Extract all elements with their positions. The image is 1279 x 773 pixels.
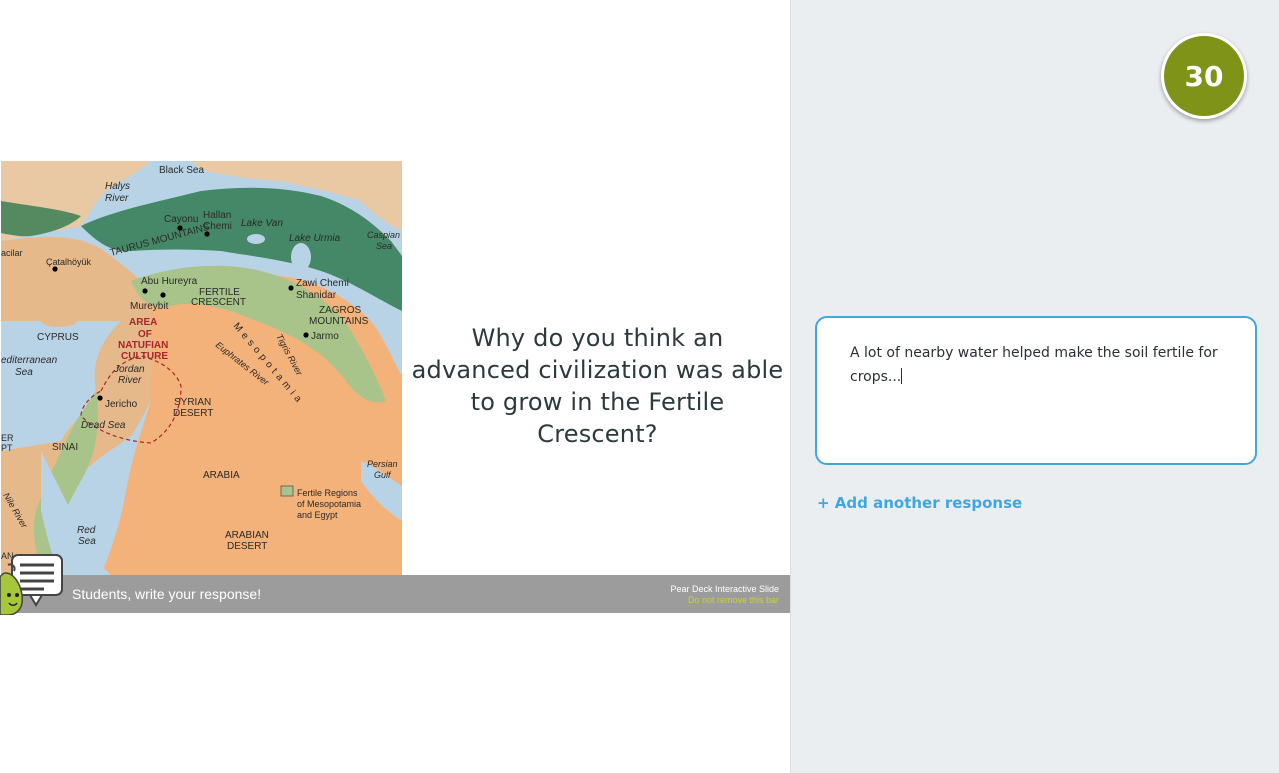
- map-label-jericho: Jericho: [105, 399, 138, 410]
- map-label-dead-sea: Dead Sea: [81, 420, 126, 431]
- timer-badge: 30: [1161, 33, 1247, 119]
- map-legend-line3: and Egypt: [297, 510, 338, 520]
- map-label-caspian-sea: Sea: [376, 241, 392, 251]
- brand-line-2: Do not remove this bar: [687, 595, 779, 605]
- pear-text-icon: [0, 551, 66, 616]
- map-label-culture: CULTURE: [121, 351, 168, 362]
- map-label-abu-hureyra: Abu Hureyra: [141, 276, 198, 287]
- map-label-red: Red: [77, 525, 96, 536]
- map-label-lake-van: Lake Van: [241, 218, 283, 229]
- bar-prompt: Students, write your response!: [72, 586, 262, 602]
- map-label-mediterranean-sea: Sea: [15, 367, 33, 378]
- pear-deck-brand: Pear Deck Interactive Slide Do not remov…: [670, 584, 779, 606]
- fertile-crescent-map: Black Sea Halys River Cayonu Hallan Chem…: [1, 161, 402, 575]
- map-label-syrian-desert: DESERT: [173, 408, 213, 419]
- map-label-cyprus: CYPRUS: [37, 332, 79, 343]
- map-label-egypt-er: ER: [1, 433, 14, 443]
- map-label-hallan: Hallan: [203, 210, 231, 221]
- map-label-jarmo: Jarmo: [311, 331, 339, 342]
- map-label-gulf: Gulf: [374, 470, 392, 480]
- map-label-of: OF: [138, 329, 152, 340]
- map-label-zawi-chemi: Zawi Chemi: [296, 278, 349, 289]
- map-label-catalhoyuk: Çatalhöyük: [46, 257, 92, 267]
- pear-deck-bar: Students, write your response! Pear Deck…: [1, 575, 790, 613]
- response-input[interactable]: A lot of nearby water helped make the so…: [850, 341, 1235, 389]
- map-label-shanidar: Shanidar: [296, 290, 337, 301]
- map-label-sinai: SINAI: [52, 442, 78, 453]
- map-label-egypt-pt: PT: [1, 443, 13, 453]
- map-label-acilar: acilar: [1, 248, 23, 258]
- map-label-natufian: NATUFIAN: [118, 340, 168, 351]
- map-label-arabian: ARABIAN: [225, 530, 269, 541]
- map-legend-line1: Fertile Regions: [297, 488, 358, 498]
- map-label-jordan: Jordan: [113, 364, 145, 375]
- map-label-cayonu: Cayonu: [164, 214, 198, 225]
- map-label-arabian-desert: DESERT: [227, 541, 267, 552]
- map-label-black-sea: Black Sea: [159, 165, 204, 176]
- map-label-zagros-mountains: MOUNTAINS: [309, 316, 369, 327]
- map-legend-line2: of Mesopotamia: [297, 499, 361, 509]
- map-label-zagros: ZAGROS: [319, 305, 362, 316]
- response-textbox[interactable]: A lot of nearby water helped make the so…: [815, 316, 1257, 465]
- map-label-lake-urmia: Lake Urmia: [289, 233, 341, 244]
- brand-line-1: Pear Deck Interactive Slide: [670, 584, 779, 594]
- add-another-response-button[interactable]: + Add another response: [817, 494, 1022, 512]
- map-label-mureybit: Mureybit: [130, 301, 169, 312]
- map-label-halys: Halys: [105, 181, 130, 192]
- text-caret: [901, 368, 903, 384]
- map-label-arabia: ARABIA: [203, 470, 240, 481]
- response-text: A lot of nearby water helped make the so…: [850, 345, 1218, 385]
- map-label-halys-river: River: [105, 193, 129, 204]
- map-label-area: AREA: [129, 317, 157, 328]
- map-label-persian: Persian: [367, 459, 398, 469]
- map-label-mediterranean: editerranean: [1, 355, 58, 366]
- slide-area: Black Sea Halys River Cayonu Hallan Chem…: [0, 0, 790, 773]
- map-label-syrian: SYRIAN: [174, 397, 211, 408]
- map-label-red-sea: Sea: [78, 536, 96, 547]
- slide-question: Why do you think an advanced civilizatio…: [411, 324, 784, 448]
- map-label-crescent: CRESCENT: [191, 297, 246, 308]
- map-label-jordan-river: River: [118, 375, 142, 386]
- map-label-caspian: Caspian: [367, 230, 400, 240]
